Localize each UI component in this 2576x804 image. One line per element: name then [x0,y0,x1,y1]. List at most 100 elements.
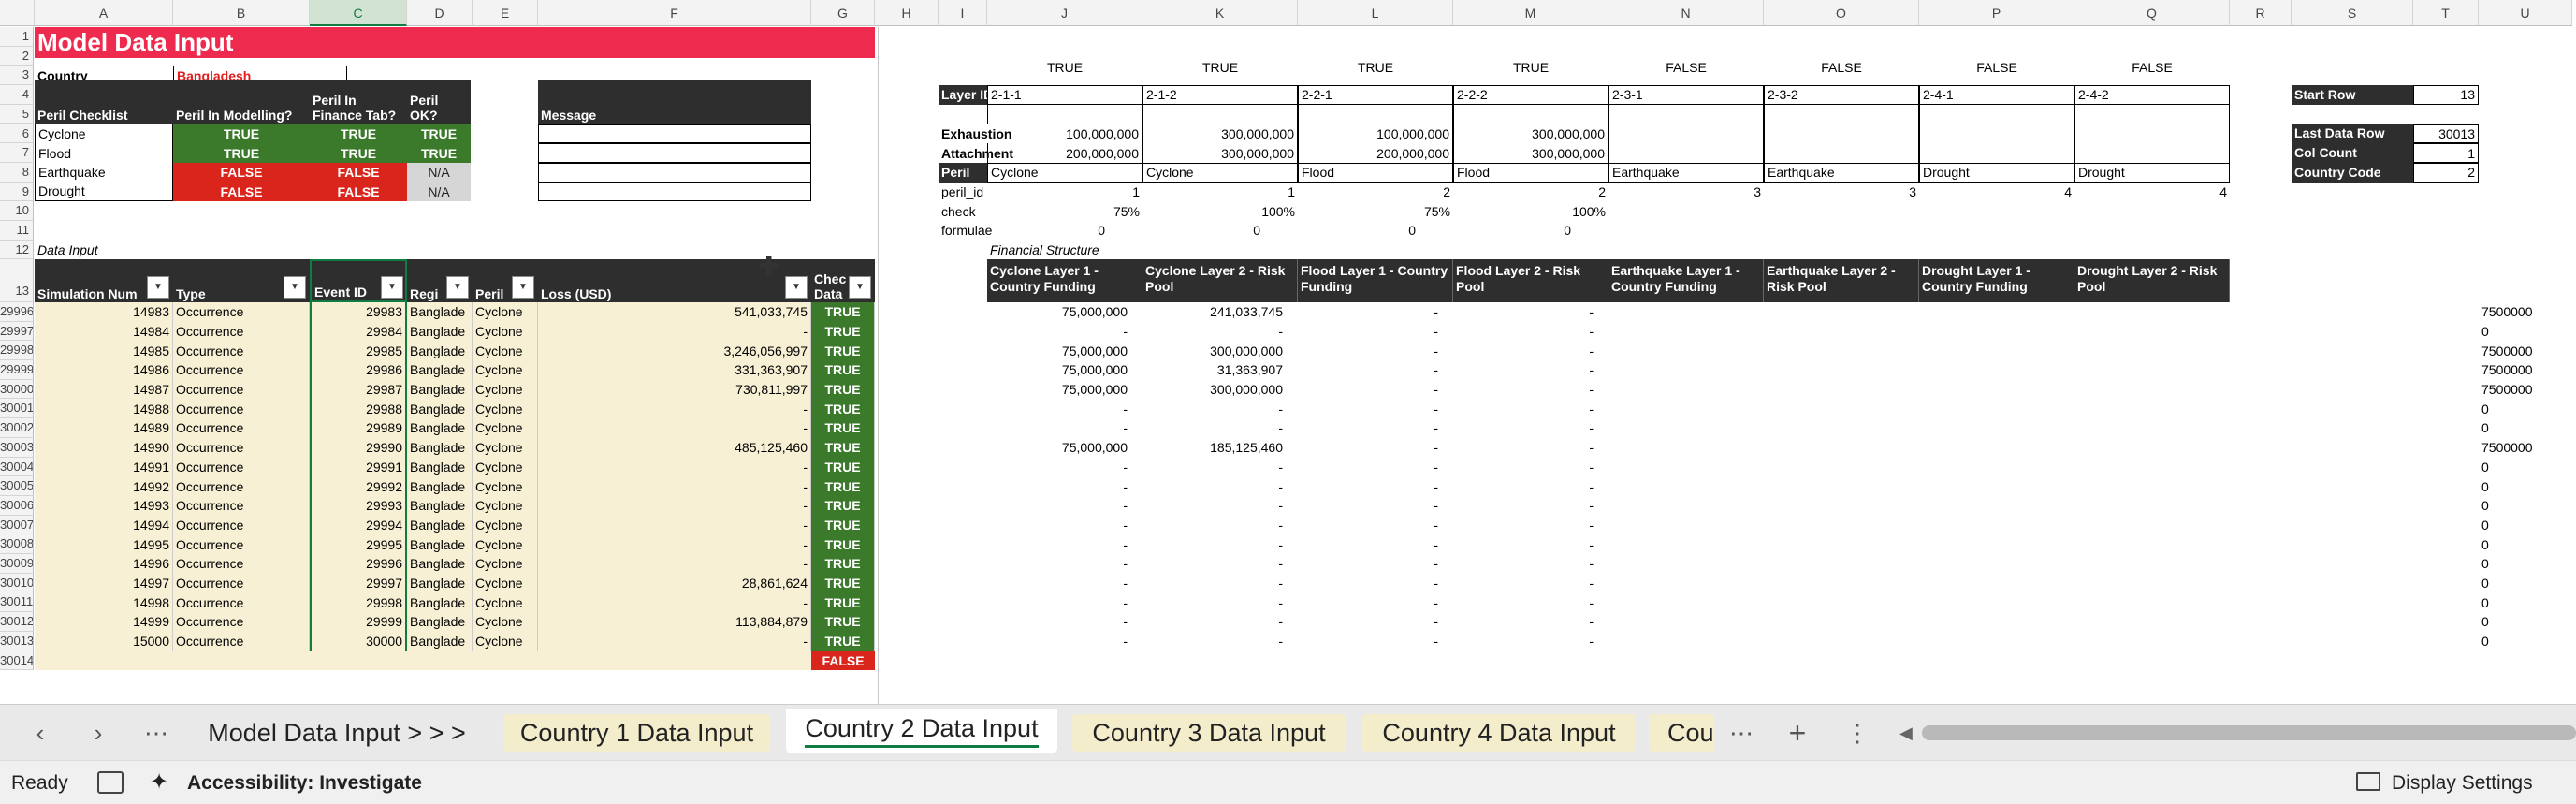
add-sheet-button[interactable]: + [1774,714,1821,752]
data-cell-a[interactable]: 14985 [35,341,173,361]
data-cell-b[interactable]: Occurrence [173,399,310,419]
data-cell-d[interactable]: Banglade [407,379,473,400]
data-cell-b[interactable]: Occurrence [173,379,310,400]
column-header-f[interactable]: F [538,0,811,26]
data-cell-f[interactable]: - [538,554,811,574]
data-cell-d[interactable]: Banglade [407,534,473,555]
data-cell-d[interactable]: Banglade [407,515,473,535]
data-cell-g[interactable]: TRUE [811,321,875,342]
data-cell-e[interactable]: Cyclone [473,457,538,477]
row-header[interactable]: 30008 [0,534,34,555]
column-header-a[interactable]: A [35,0,173,26]
column-header-i[interactable]: I [939,0,987,26]
data-cell-d[interactable]: Banglade [407,418,473,438]
accessibility-status[interactable]: Accessibility: Investigate [187,772,422,795]
column-header-s[interactable]: S [2292,0,2413,26]
data-cell-b[interactable]: Occurrence [173,592,310,613]
row-header[interactable]: 9 [0,182,34,202]
data-cell-c[interactable]: 29992 [310,476,407,496]
data-cell-g[interactable]: TRUE [811,592,875,613]
column-header-e[interactable]: E [473,0,538,26]
column-header-u[interactable]: U [2479,0,2572,26]
data-cell-f[interactable]: 3,246,056,997 [538,341,811,361]
message-cell[interactable] [538,143,811,163]
column-header-b[interactable]: B [173,0,310,26]
data-cell-b[interactable]: Occurrence [173,534,310,555]
row-header[interactable]: 29999 [0,360,34,380]
message-cell[interactable] [538,182,811,202]
tab-country-2[interactable]: Country 2 Data Input [786,709,1057,753]
column-header-q[interactable]: Q [2074,0,2230,26]
data-cell-g[interactable]: TRUE [811,457,875,477]
row-header[interactable]: 30009 [0,554,34,574]
data-cell-f[interactable]: 541,033,745 [538,301,811,322]
column-header-j[interactable]: J [987,0,1142,26]
row-header[interactable]: 30006 [0,495,34,516]
data-cell-e[interactable]: Cyclone [473,554,538,574]
row-header[interactable]: 3 [0,66,34,86]
data-cell-a[interactable]: 14989 [35,418,173,438]
data-cell-b[interactable]: Occurrence [173,573,310,593]
row-header[interactable]: 5 [0,104,34,124]
row-header[interactable]: 13 [0,259,34,302]
row-header[interactable]: 4 [0,85,34,105]
scrollbar-thumb[interactable] [1922,725,2576,740]
data-cell-c[interactable]: 29984 [310,321,407,342]
data-cell-d[interactable]: Banglade [407,592,473,613]
row-header[interactable]: 30000 [0,379,34,400]
data-cell-e[interactable]: Cyclone [473,341,538,361]
data-cell-g[interactable]: TRUE [811,379,875,400]
data-cell-a[interactable]: 14983 [35,301,173,322]
data-cell-f[interactable]: - [538,399,811,419]
row-header[interactable]: 30001 [0,399,34,419]
row-header[interactable]: 30004 [0,457,34,477]
row-header[interactable]: 30002 [0,418,34,438]
data-cell-b[interactable]: Occurrence [173,476,310,496]
data-cell-b[interactable]: Occurrence [173,418,310,438]
data-cell-b[interactable]: Occurrence [173,457,310,477]
data-cell-f[interactable]: 28,861,624 [538,573,811,593]
data-cell-a[interactable]: 14994 [35,515,173,535]
data-cell-b[interactable]: Occurrence [173,612,310,632]
row-header[interactable]: 30012 [0,612,34,632]
data-cell-d[interactable]: Banglade [407,612,473,632]
data-cell-f[interactable]: 331,363,907 [538,360,811,380]
data-cell-c[interactable]: 29994 [310,515,407,535]
select-all-corner[interactable] [0,0,35,26]
data-cell-g[interactable]: TRUE [811,301,875,322]
data-cell-g[interactable]: TRUE [811,399,875,419]
data-cell-c[interactable]: 29990 [310,437,407,458]
data-cell-f[interactable]: 113,884,879 [538,612,811,632]
filter-dropdown-icon[interactable]: ▼ [147,275,169,299]
row-header[interactable]: 8 [0,162,34,183]
row-header[interactable]: 29996 [0,301,34,322]
data-cell-g[interactable]: TRUE [811,515,875,535]
data-cell-c[interactable]: 29983 [310,301,407,322]
data-cell-a[interactable]: 14990 [35,437,173,458]
data-cell-e[interactable]: Cyclone [473,379,538,400]
data-cell-c[interactable]: 29988 [310,399,407,419]
row-header[interactable]: 6 [0,124,34,144]
data-cell-e[interactable]: Cyclone [473,321,538,342]
row-header[interactable]: 30010 [0,573,34,593]
data-cell-g[interactable]: TRUE [811,437,875,458]
column-header-d[interactable]: D [407,0,473,26]
data-cell-f[interactable]: - [538,515,811,535]
column-header-l[interactable]: L [1298,0,1453,26]
column-header-c[interactable]: C [310,0,407,26]
data-cell-a[interactable]: 14992 [35,476,173,496]
data-cell-e[interactable]: Cyclone [473,495,538,516]
data-cell-d[interactable]: Banglade [407,360,473,380]
tab-country-3[interactable]: Country 3 Data Input [1072,714,1346,752]
data-cell-e[interactable]: Cyclone [473,301,538,322]
tabs-menu-button[interactable]: ⋯ [133,714,180,752]
message-cell[interactable] [538,162,811,183]
data-cell-f[interactable]: - [538,457,811,477]
macro-recording-icon[interactable] [97,771,124,794]
data-cell-g[interactable]: TRUE [811,418,875,438]
data-cell-g[interactable]: TRUE [811,573,875,593]
data-cell-b[interactable]: Occurrence [173,495,310,516]
data-cell-c[interactable]: 29998 [310,592,407,613]
data-cell-f[interactable]: - [538,631,811,651]
data-cell-g[interactable]: TRUE [811,534,875,555]
